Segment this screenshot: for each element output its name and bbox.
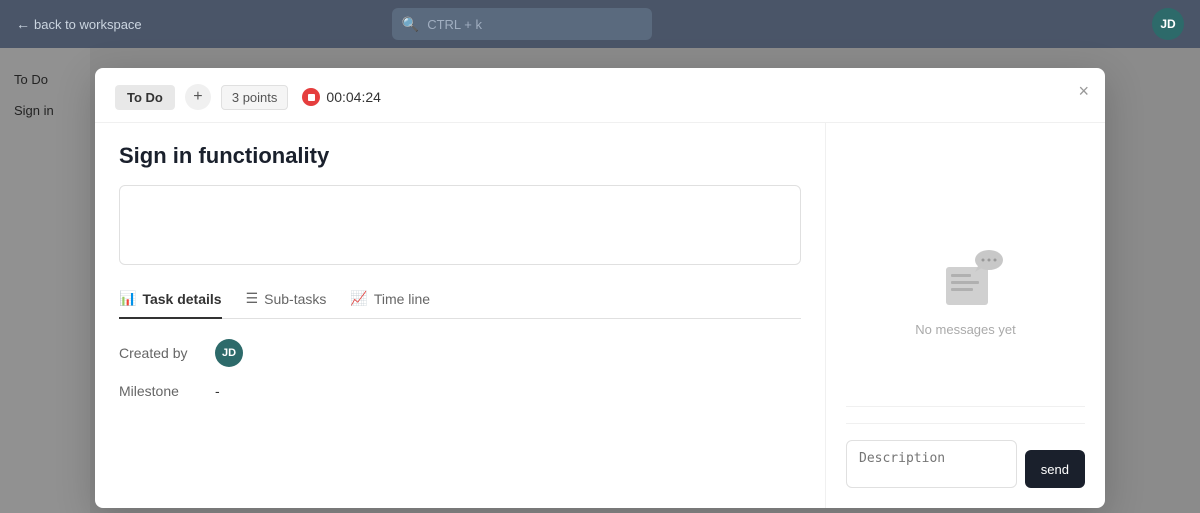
task-modal: To Do + 3 points 00:04:24 × Sign in func…: [95, 68, 1105, 508]
task-title: Sign in functionality: [119, 143, 801, 169]
status-button[interactable]: To Do: [115, 85, 175, 110]
no-messages-illustration: [921, 232, 1011, 322]
task-details-icon: 📊: [119, 290, 136, 307]
tab-time-line[interactable]: 📈 Time line: [350, 290, 430, 319]
tab-sub-tasks-label: Sub-tasks: [264, 291, 326, 307]
created-by-label: Created by: [119, 345, 199, 361]
milestone-row: Milestone -: [119, 383, 801, 399]
back-to-workspace-link[interactable]: ← back to workspace: [16, 16, 142, 32]
milestone-value: -: [215, 383, 220, 399]
timer-section: 00:04:24: [302, 88, 381, 106]
modal-body: Sign in functionality 📊 Task details ☰ S…: [95, 123, 1105, 508]
timer-stop-button[interactable]: [302, 88, 320, 106]
add-button[interactable]: +: [185, 84, 211, 110]
send-button[interactable]: send: [1025, 450, 1085, 488]
back-arrow-icon: ←: [16, 16, 30, 32]
search-icon: 🔍: [402, 16, 419, 33]
time-line-icon: 📈: [350, 290, 367, 307]
tab-sub-tasks[interactable]: ☰ Sub-tasks: [246, 290, 327, 319]
no-messages-section: No messages yet: [915, 143, 1015, 406]
message-input-area: send: [846, 406, 1085, 488]
points-badge: 3 points: [221, 85, 289, 110]
tab-task-details[interactable]: 📊 Task details: [119, 290, 222, 319]
close-button[interactable]: ×: [1078, 82, 1089, 100]
avatar-initials: JD: [1160, 17, 1175, 31]
no-messages-text: No messages yet: [915, 322, 1015, 337]
timer-value: 00:04:24: [326, 89, 381, 105]
tabs-container: 📊 Task details ☰ Sub-tasks 📈 Time line: [119, 290, 801, 319]
modal-right-panel: No messages yet send: [825, 123, 1105, 508]
creator-avatar: JD: [215, 339, 243, 367]
milestone-label: Milestone: [119, 383, 199, 399]
top-bar: ← back to workspace 🔍 CTRL + k JD: [0, 0, 1200, 48]
sub-tasks-icon: ☰: [246, 290, 259, 307]
modal-header: To Do + 3 points 00:04:24 ×: [95, 68, 1105, 123]
modal-left-panel: Sign in functionality 📊 Task details ☰ S…: [95, 123, 825, 508]
creator-initials: JD: [222, 347, 236, 359]
tab-time-line-label: Time line: [374, 291, 430, 307]
search-bar[interactable]: 🔍 CTRL + k: [392, 8, 652, 40]
search-placeholder: CTRL + k: [427, 17, 642, 32]
modal-overlay: To Do + 3 points 00:04:24 × Sign in func…: [0, 48, 1200, 513]
stop-icon: [308, 94, 315, 101]
message-input[interactable]: [846, 440, 1017, 488]
back-label: back to workspace: [34, 17, 142, 32]
user-avatar-top[interactable]: JD: [1152, 8, 1184, 40]
task-description-input[interactable]: [119, 185, 801, 265]
created-by-row: Created by JD: [119, 339, 801, 367]
tab-task-details-label: Task details: [142, 291, 221, 307]
